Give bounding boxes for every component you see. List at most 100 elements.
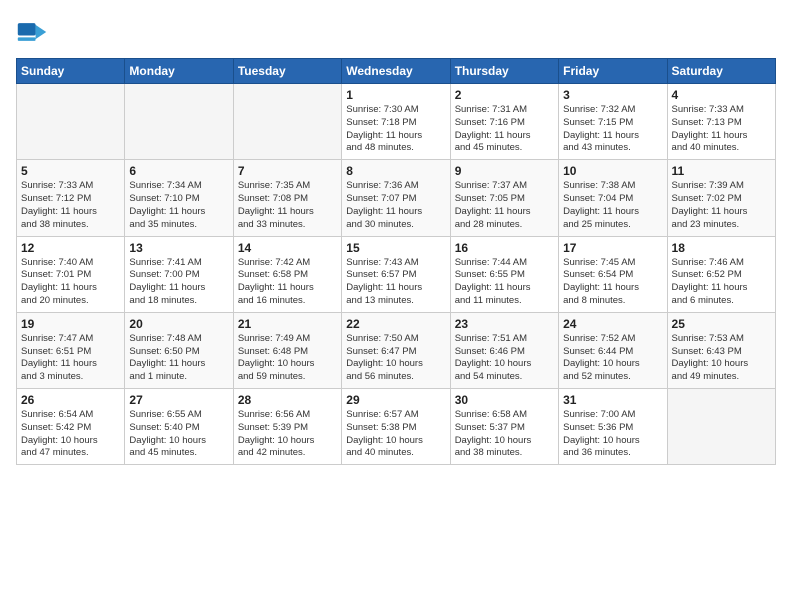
day-info: Sunrise: 7:37 AM Sunset: 7:05 PM Dayligh… [455, 180, 554, 231]
day-number: 15 [346, 241, 445, 255]
day-info: Sunrise: 6:56 AM Sunset: 5:39 PM Dayligh… [238, 409, 337, 460]
calendar-week-1: 1 Sunrise: 7:30 AM Sunset: 7:18 PM Daylig… [17, 84, 776, 160]
day-number: 17 [563, 241, 662, 255]
day-info: Sunrise: 7:33 AM Sunset: 7:12 PM Dayligh… [21, 180, 120, 231]
header-sunday: Sunday [17, 59, 125, 84]
page-header [16, 16, 776, 48]
day-info: Sunrise: 7:44 AM Sunset: 6:55 PM Dayligh… [455, 257, 554, 308]
calendar-cell: 6 Sunrise: 7:34 AM Sunset: 7:10 PM Daylig… [125, 160, 233, 236]
header-thursday: Thursday [450, 59, 558, 84]
calendar: SundayMondayTuesdayWednesdayThursdayFrid… [16, 58, 776, 465]
day-number: 18 [672, 241, 771, 255]
day-number: 12 [21, 241, 120, 255]
day-info: Sunrise: 7:51 AM Sunset: 6:46 PM Dayligh… [455, 333, 554, 384]
day-number: 23 [455, 317, 554, 331]
day-info: Sunrise: 7:36 AM Sunset: 7:07 PM Dayligh… [346, 180, 445, 231]
day-number: 19 [21, 317, 120, 331]
day-number: 24 [563, 317, 662, 331]
calendar-week-4: 19 Sunrise: 7:47 AM Sunset: 6:51 PM Dayli… [17, 312, 776, 388]
calendar-cell: 14 Sunrise: 7:42 AM Sunset: 6:58 PM Dayli… [233, 236, 341, 312]
day-info: Sunrise: 7:30 AM Sunset: 7:18 PM Dayligh… [346, 104, 445, 155]
day-number: 30 [455, 393, 554, 407]
calendar-cell: 21 Sunrise: 7:49 AM Sunset: 6:48 PM Dayli… [233, 312, 341, 388]
day-number: 14 [238, 241, 337, 255]
calendar-cell: 29 Sunrise: 6:57 AM Sunset: 5:38 PM Dayli… [342, 389, 450, 465]
day-number: 10 [563, 164, 662, 178]
day-number: 22 [346, 317, 445, 331]
calendar-cell: 1 Sunrise: 7:30 AM Sunset: 7:18 PM Daylig… [342, 84, 450, 160]
header-saturday: Saturday [667, 59, 775, 84]
day-number: 13 [129, 241, 228, 255]
calendar-cell: 4Sunrise: 7:33 AM Sunset: 7:13 PM Daylig… [667, 84, 775, 160]
day-number: 28 [238, 393, 337, 407]
day-info: Sunrise: 7:32 AM Sunset: 7:15 PM Dayligh… [563, 104, 662, 155]
calendar-cell: 8 Sunrise: 7:36 AM Sunset: 7:07 PM Daylig… [342, 160, 450, 236]
logo [16, 16, 54, 48]
day-info: Sunrise: 7:43 AM Sunset: 6:57 PM Dayligh… [346, 257, 445, 308]
day-info: Sunrise: 7:00 AM Sunset: 5:36 PM Dayligh… [563, 409, 662, 460]
day-info: Sunrise: 7:45 AM Sunset: 6:54 PM Dayligh… [563, 257, 662, 308]
day-info: Sunrise: 7:39 AM Sunset: 7:02 PM Dayligh… [672, 180, 771, 231]
day-info: Sunrise: 6:54 AM Sunset: 5:42 PM Dayligh… [21, 409, 120, 460]
calendar-cell: 12 Sunrise: 7:40 AM Sunset: 7:01 PM Dayli… [17, 236, 125, 312]
day-info: Sunrise: 7:41 AM Sunset: 7:00 PM Dayligh… [129, 257, 228, 308]
day-number: 21 [238, 317, 337, 331]
day-number: 6 [129, 164, 228, 178]
calendar-cell: 10 Sunrise: 7:38 AM Sunset: 7:04 PM Dayli… [559, 160, 667, 236]
day-info: Sunrise: 6:55 AM Sunset: 5:40 PM Dayligh… [129, 409, 228, 460]
day-number: 29 [346, 393, 445, 407]
day-number: 8 [346, 164, 445, 178]
calendar-cell: 28 Sunrise: 6:56 AM Sunset: 5:39 PM Dayli… [233, 389, 341, 465]
calendar-cell: 7 Sunrise: 7:35 AM Sunset: 7:08 PM Daylig… [233, 160, 341, 236]
calendar-week-3: 12 Sunrise: 7:40 AM Sunset: 7:01 PM Dayli… [17, 236, 776, 312]
day-info: Sunrise: 7:46 AM Sunset: 6:52 PM Dayligh… [672, 257, 771, 308]
day-info: Sunrise: 6:57 AM Sunset: 5:38 PM Dayligh… [346, 409, 445, 460]
calendar-cell: 13 Sunrise: 7:41 AM Sunset: 7:00 PM Dayli… [125, 236, 233, 312]
day-number: 20 [129, 317, 228, 331]
calendar-cell: 20 Sunrise: 7:48 AM Sunset: 6:50 PM Dayli… [125, 312, 233, 388]
calendar-header-row: SundayMondayTuesdayWednesdayThursdayFrid… [17, 59, 776, 84]
calendar-cell [233, 84, 341, 160]
calendar-cell: 25Sunrise: 7:53 AM Sunset: 6:43 PM Dayli… [667, 312, 775, 388]
header-wednesday: Wednesday [342, 59, 450, 84]
logo-icon [16, 16, 48, 48]
day-number: 2 [455, 88, 554, 102]
calendar-cell: 26 Sunrise: 6:54 AM Sunset: 5:42 PM Dayli… [17, 389, 125, 465]
day-info: Sunrise: 7:48 AM Sunset: 6:50 PM Dayligh… [129, 333, 228, 384]
calendar-cell: 9 Sunrise: 7:37 AM Sunset: 7:05 PM Daylig… [450, 160, 558, 236]
day-number: 1 [346, 88, 445, 102]
day-number: 11 [672, 164, 771, 178]
day-info: Sunrise: 7:50 AM Sunset: 6:47 PM Dayligh… [346, 333, 445, 384]
day-info: Sunrise: 7:53 AM Sunset: 6:43 PM Dayligh… [672, 333, 771, 384]
day-number: 16 [455, 241, 554, 255]
calendar-cell: 31 Sunrise: 7:00 AM Sunset: 5:36 PM Dayli… [559, 389, 667, 465]
calendar-cell: 27 Sunrise: 6:55 AM Sunset: 5:40 PM Dayli… [125, 389, 233, 465]
calendar-cell: 19 Sunrise: 7:47 AM Sunset: 6:51 PM Dayli… [17, 312, 125, 388]
day-number: 9 [455, 164, 554, 178]
calendar-cell [125, 84, 233, 160]
calendar-cell [667, 389, 775, 465]
day-info: Sunrise: 7:47 AM Sunset: 6:51 PM Dayligh… [21, 333, 120, 384]
day-number: 3 [563, 88, 662, 102]
calendar-cell: 3 Sunrise: 7:32 AM Sunset: 7:15 PM Daylig… [559, 84, 667, 160]
day-number: 26 [21, 393, 120, 407]
header-monday: Monday [125, 59, 233, 84]
day-info: Sunrise: 7:33 AM Sunset: 7:13 PM Dayligh… [672, 104, 771, 155]
day-number: 7 [238, 164, 337, 178]
calendar-cell: 30 Sunrise: 6:58 AM Sunset: 5:37 PM Dayli… [450, 389, 558, 465]
day-number: 31 [563, 393, 662, 407]
day-info: Sunrise: 7:31 AM Sunset: 7:16 PM Dayligh… [455, 104, 554, 155]
day-info: Sunrise: 6:58 AM Sunset: 5:37 PM Dayligh… [455, 409, 554, 460]
day-info: Sunrise: 7:42 AM Sunset: 6:58 PM Dayligh… [238, 257, 337, 308]
day-info: Sunrise: 7:35 AM Sunset: 7:08 PM Dayligh… [238, 180, 337, 231]
day-info: Sunrise: 7:40 AM Sunset: 7:01 PM Dayligh… [21, 257, 120, 308]
day-info: Sunrise: 7:38 AM Sunset: 7:04 PM Dayligh… [563, 180, 662, 231]
day-number: 27 [129, 393, 228, 407]
day-info: Sunrise: 7:34 AM Sunset: 7:10 PM Dayligh… [129, 180, 228, 231]
calendar-cell [17, 84, 125, 160]
day-info: Sunrise: 7:52 AM Sunset: 6:44 PM Dayligh… [563, 333, 662, 384]
day-info: Sunrise: 7:49 AM Sunset: 6:48 PM Dayligh… [238, 333, 337, 384]
calendar-cell: 16 Sunrise: 7:44 AM Sunset: 6:55 PM Dayli… [450, 236, 558, 312]
header-friday: Friday [559, 59, 667, 84]
calendar-cell: 11 Sunrise: 7:39 AM Sunset: 7:02 PM Dayli… [667, 160, 775, 236]
